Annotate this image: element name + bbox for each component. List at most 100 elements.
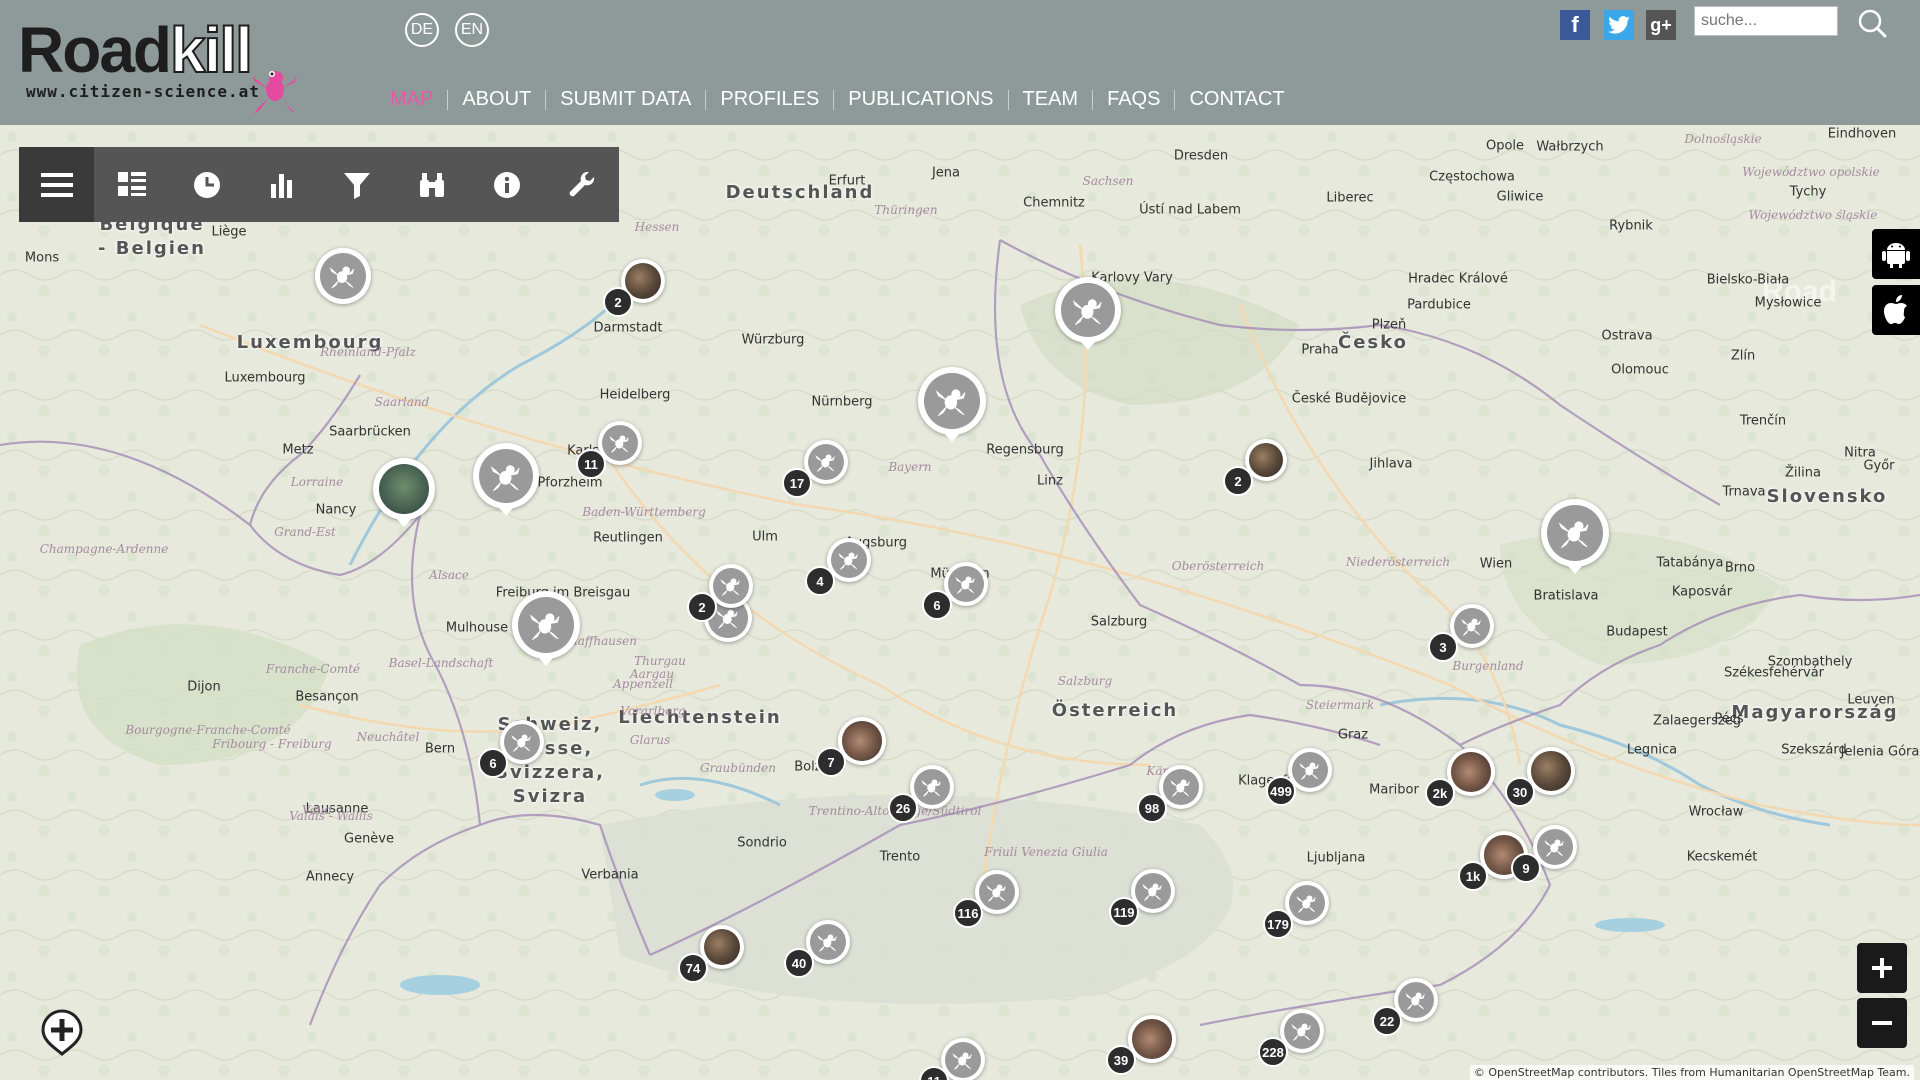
frog-marker-icon — [1283, 1012, 1321, 1050]
apple-icon — [1884, 295, 1907, 324]
city-label: Szekszárd — [1781, 742, 1847, 758]
observation-cluster[interactable]: 6 — [478, 720, 544, 778]
observation-cluster[interactable] — [315, 248, 371, 304]
observation-cluster[interactable]: 11 — [919, 1038, 985, 1080]
city-label: Linz — [1037, 473, 1063, 489]
observation-cluster[interactable]: 179 — [1263, 881, 1329, 939]
observation-cluster[interactable]: 26 — [888, 765, 954, 823]
nav-team[interactable]: TEAM — [1009, 88, 1093, 111]
city-label: Chemnitz — [1023, 195, 1085, 211]
frog-marker-icon — [1453, 607, 1491, 645]
observation-cluster[interactable] — [918, 367, 986, 442]
facebook-icon[interactable]: f — [1560, 10, 1590, 40]
observation-cluster[interactable]: 9 — [1511, 825, 1577, 883]
cluster-count-badge: 40 — [784, 948, 814, 978]
country-label: Česko — [1338, 332, 1408, 353]
observation-cluster[interactable]: 2 — [603, 259, 665, 317]
city-label: Annecy — [305, 869, 355, 885]
observation-cluster[interactable]: 40 — [784, 920, 850, 978]
google-plus-icon[interactable]: g+ — [1646, 10, 1676, 40]
filter-button[interactable] — [319, 147, 394, 222]
region-label: Hessen — [634, 220, 680, 234]
wrench-icon — [569, 171, 594, 196]
city-label: Ostrava — [1601, 328, 1653, 344]
map-canvas[interactable]: Road DeutschlandBelgiё - Belgique - Belg… — [0, 125, 1920, 1080]
android-app-button[interactable] — [1872, 229, 1920, 279]
ios-app-button[interactable] — [1872, 285, 1920, 335]
observation-cluster[interactable] — [373, 458, 435, 527]
search-icon[interactable] — [1856, 7, 1888, 39]
observation-cluster[interactable] — [473, 443, 539, 516]
observation-cluster[interactable] — [1055, 277, 1121, 350]
statistics-button[interactable] — [244, 147, 319, 222]
nav-map[interactable]: MAP — [388, 88, 447, 111]
observation-cluster[interactable]: 7 — [816, 717, 886, 777]
logo-subtitle: www.citizen-science.at — [26, 82, 260, 101]
lang-de-button[interactable]: DE — [405, 13, 439, 47]
city-label: Besançon — [295, 689, 359, 705]
city-label: Regensburg — [986, 442, 1064, 458]
nav-submit-data[interactable]: SUBMIT DATA — [546, 88, 705, 111]
observation-cluster[interactable] — [512, 591, 580, 666]
frog-marker-icon — [1288, 884, 1326, 922]
region-label: Friuli Venezia Giulia — [984, 845, 1108, 859]
zoom-out-button[interactable] — [1857, 998, 1907, 1048]
observation-cluster[interactable]: 499 — [1266, 748, 1332, 806]
nav-contact[interactable]: CONTACT — [1175, 88, 1298, 111]
observation-cluster[interactable]: 2 — [1223, 439, 1287, 496]
frog-marker-icon — [924, 373, 980, 429]
observation-cluster[interactable]: 119 — [1109, 869, 1175, 927]
zoom-in-button[interactable] — [1857, 943, 1907, 993]
observation-cluster[interactable]: 11 — [576, 421, 642, 479]
info-button[interactable] — [469, 147, 544, 222]
observation-cluster[interactable]: 228 — [1258, 1009, 1324, 1067]
region-label: Niederösterreich — [1345, 555, 1451, 569]
settings-button[interactable] — [544, 147, 619, 222]
search-input[interactable] — [1694, 6, 1838, 36]
observation-cluster[interactable]: 116 — [953, 870, 1019, 928]
twitter-icon[interactable] — [1604, 10, 1634, 40]
nav-publications[interactable]: PUBLICATIONS — [834, 88, 1007, 111]
observe-button[interactable] — [394, 147, 469, 222]
frog-marker-icon — [503, 723, 541, 761]
observation-cluster[interactable]: 3 — [1428, 604, 1494, 662]
observation-cluster[interactable]: 74 — [678, 925, 744, 983]
city-label: Brno — [1724, 560, 1756, 576]
roadkill-logo[interactable]: Roadkill www.citizen-science.at — [18, 12, 308, 114]
city-label: Budapest — [1606, 624, 1668, 640]
cluster-count-badge: 26 — [888, 793, 918, 823]
observation-cluster[interactable]: 17 — [782, 440, 848, 498]
observation-cluster[interactable]: 6 — [922, 562, 988, 620]
main-nav: MAP ABOUT SUBMIT DATA PROFILES PUBLICATI… — [388, 88, 1299, 111]
observation-cluster[interactable]: 39 — [1106, 1015, 1176, 1075]
marker-pointer — [539, 658, 553, 666]
observation-cluster[interactable]: 2 — [687, 564, 753, 622]
cluster-count-badge: 7 — [816, 747, 846, 777]
observation-cluster[interactable]: 4 — [805, 538, 871, 596]
observation-cluster[interactable]: 22 — [1372, 978, 1438, 1036]
city-label: Hradec Králové — [1408, 271, 1508, 287]
locate-me-icon[interactable] — [38, 1008, 86, 1056]
city-label: České Budějovice — [1291, 391, 1407, 407]
country-label: Österreich — [1051, 700, 1179, 721]
city-label: Salzburg — [1090, 614, 1148, 630]
time-button[interactable] — [169, 147, 244, 222]
list-button[interactable] — [94, 147, 169, 222]
city-label: Sondrio — [737, 835, 787, 851]
observation-cluster[interactable]: 30 — [1505, 747, 1575, 807]
nav-faqs[interactable]: FAQS — [1093, 88, 1174, 111]
nav-about[interactable]: ABOUT — [448, 88, 545, 111]
nav-profiles[interactable]: PROFILES — [706, 88, 833, 111]
city-label: Žilina — [1785, 465, 1821, 481]
cluster-bubble — [512, 591, 580, 666]
observation-cluster[interactable]: 2k — [1425, 748, 1495, 808]
city-label: Liberec — [1326, 190, 1374, 206]
region-label: Aargau — [629, 667, 675, 681]
observation-cluster[interactable] — [1541, 499, 1609, 574]
lang-en-button[interactable]: EN — [455, 13, 489, 47]
frog-marker-icon — [1134, 872, 1172, 910]
observation-cluster[interactable]: 98 — [1137, 765, 1203, 823]
region-label: Basel-Landschaft — [388, 656, 494, 670]
menu-button[interactable] — [19, 147, 94, 222]
bar-chart-icon — [270, 173, 292, 198]
